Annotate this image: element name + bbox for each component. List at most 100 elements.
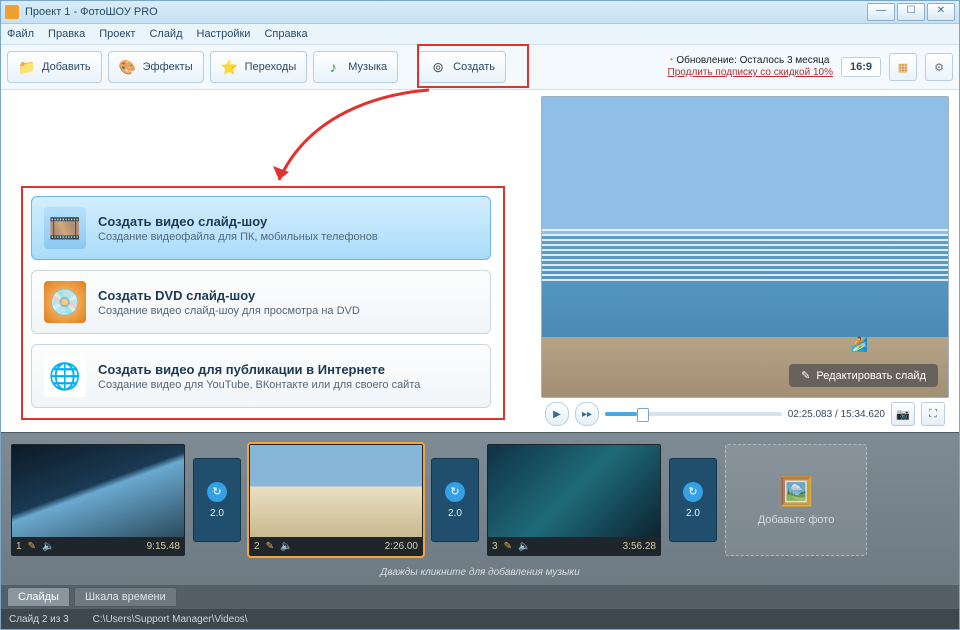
create-button[interactable]: ⊚ Создать	[418, 51, 506, 83]
option-title: Создать видео для публикации в Интернете	[98, 362, 420, 377]
sound-icon[interactable]: 🔈	[42, 541, 54, 552]
add-label: Добавить	[42, 61, 91, 73]
transition-icon: ↻	[207, 482, 227, 502]
image-placeholder-icon: 🖼️	[779, 475, 814, 508]
pencil-icon[interactable]: ✎	[266, 541, 274, 552]
gear-icon: ⚙	[934, 61, 944, 74]
settings-button[interactable]: ⚙	[925, 53, 953, 81]
palette-icon: 🎨	[119, 58, 137, 76]
next-button[interactable]: ▸▸	[575, 402, 599, 426]
menu-edit[interactable]: Правка	[48, 28, 85, 40]
slide-infobar: 2 ✎ 🔈 2:26.00	[250, 537, 422, 555]
transition-icon: ↻	[683, 482, 703, 502]
slide-infobar: 3 ✎ 🔈 3:56.28	[488, 537, 660, 555]
transition-duration: 2.0	[448, 508, 462, 519]
slide-infobar: 1 ✎ 🔈 9:15.48	[12, 537, 184, 555]
pencil-icon[interactable]: ✎	[504, 541, 512, 552]
option-desc: Создание видео слайд-шоу для просмотра н…	[98, 305, 360, 317]
window-title: Проект 1 - ФотоШОУ PRO	[25, 6, 867, 18]
picture-icon: ▦	[898, 61, 908, 74]
music-button[interactable]: ♪ Музыка	[313, 51, 398, 83]
edit-slide-button[interactable]: ✎ Редактировать слайд	[789, 364, 938, 387]
option-dvd-slideshow[interactable]: 💿 Создать DVD слайд-шоу Создание видео с…	[31, 270, 491, 334]
transitions-label: Переходы	[245, 61, 297, 73]
transition-thumb[interactable]: ↻ 2.0	[669, 458, 717, 542]
folder-icon: 📁	[18, 58, 36, 76]
promo-link[interactable]: Продлить подписку со скидкой 10%	[668, 67, 833, 79]
app-window: Проект 1 - ФотоШОУ PRO — ☐ ✕ Файл Правка…	[0, 0, 960, 630]
add-slide-button[interactable]: 🖼️ Добавьте фото	[725, 444, 867, 556]
slide-duration: 9:15.48	[147, 541, 180, 552]
option-desc: Создание видео для YouTube, ВКонтакте ил…	[98, 379, 420, 391]
music-icon: ♪	[324, 58, 342, 76]
star-icon: ⭐	[221, 58, 239, 76]
sound-icon[interactable]: 🔈	[518, 541, 530, 552]
tab-timeline[interactable]: Шкала времени	[74, 587, 177, 607]
menu-settings[interactable]: Настройки	[197, 28, 251, 40]
aspect-ratio-button[interactable]: 16:9	[841, 57, 881, 77]
timeline-tabs: Слайды Шкала времени	[1, 585, 959, 609]
globe-icon: 🌐	[44, 355, 86, 397]
transition-thumb[interactable]: ↻ 2.0	[193, 458, 241, 542]
slide-thumb[interactable]: 2 ✎ 🔈 2:26.00	[249, 444, 423, 556]
slide-thumb[interactable]: 3 ✎ 🔈 3:56.28	[487, 444, 661, 556]
add-slide-label: Добавьте фото	[758, 514, 835, 526]
reel-icon: ⊚	[429, 58, 447, 76]
option-title: Создать видео слайд-шоу	[98, 214, 378, 229]
preview-decor	[542, 229, 948, 283]
create-label: Создать	[453, 61, 495, 73]
status-path: C:\Users\Support Manager\Videos\	[93, 614, 248, 625]
app-icon	[5, 5, 19, 19]
theme-button[interactable]: ▦	[889, 53, 917, 81]
option-title: Создать DVD слайд-шоу	[98, 288, 360, 303]
close-button[interactable]: ✕	[927, 3, 955, 21]
player-controls: ▶ ▸▸ 02:25.083 / 15:34.620 📷 ⛶	[541, 398, 949, 430]
preview-viewport: 🏄 ✎ Редактировать слайд	[541, 96, 949, 398]
seek-bar[interactable]	[605, 412, 782, 416]
main-area: 🎞️ Создать видео слайд-шоу Создание виде…	[1, 90, 959, 432]
slide-duration: 2:26.00	[385, 541, 418, 552]
sound-icon[interactable]: 🔈	[280, 541, 292, 552]
option-web-video[interactable]: 🌐 Создать видео для публикации в Интерне…	[31, 344, 491, 408]
slide-thumb[interactable]: 1 ✎ 🔈 9:15.48	[11, 444, 185, 556]
effects-button[interactable]: 🎨 Эффекты	[108, 51, 204, 83]
menu-help[interactable]: Справка	[264, 28, 307, 40]
statusbar: Слайд 2 из 3 C:\Users\Support Manager\Vi…	[1, 609, 959, 629]
slide-strip: 1 ✎ 🔈 9:15.48 ↻ 2.0 2 ✎ 🔈 2:26.00	[1, 433, 959, 567]
timeline: 1 ✎ 🔈 9:15.48 ↻ 2.0 2 ✎ 🔈 2:26.00	[1, 432, 959, 609]
play-button[interactable]: ▶	[545, 402, 569, 426]
menu-slide[interactable]: Слайд	[149, 28, 182, 40]
thumb-image	[488, 445, 660, 537]
menu-file[interactable]: Файл	[7, 28, 34, 40]
maximize-button[interactable]: ☐	[897, 3, 925, 21]
slide-index: 3	[492, 541, 498, 552]
transition-thumb[interactable]: ↻ 2.0	[431, 458, 479, 542]
slide-index: 1	[16, 541, 22, 552]
fullscreen-button[interactable]: ⛶	[921, 402, 945, 426]
pencil-icon[interactable]: ✎	[28, 541, 36, 552]
time-display: 02:25.083 / 15:34.620	[788, 409, 885, 420]
minimize-button[interactable]: —	[867, 3, 895, 21]
status-position: Слайд 2 из 3	[9, 614, 69, 625]
annotation-arrow	[239, 84, 439, 194]
seek-thumb[interactable]	[637, 408, 649, 422]
music-label: Музыка	[348, 61, 387, 73]
add-button[interactable]: 📁 Добавить	[7, 51, 102, 83]
menu-project[interactable]: Проект	[99, 28, 135, 40]
effects-label: Эффекты	[143, 61, 193, 73]
option-desc: Создание видеофайла для ПК, мобильных те…	[98, 231, 378, 243]
transition-duration: 2.0	[210, 508, 224, 519]
music-track-hint[interactable]: Дважды кликните для добавления музыки	[1, 567, 959, 585]
preview-panel: 🏄 ✎ Редактировать слайд ▶ ▸▸ 02:25.083 /…	[537, 90, 959, 432]
snapshot-button[interactable]: 📷	[891, 402, 915, 426]
transition-duration: 2.0	[686, 508, 700, 519]
create-panel: 🎞️ Создать видео слайд-шоу Создание виде…	[1, 90, 537, 432]
pencil-icon: ✎	[801, 369, 810, 382]
promo-line1: Обновление: Осталось 3 месяца	[676, 55, 829, 66]
transitions-button[interactable]: ⭐ Переходы	[210, 51, 308, 83]
tab-slides[interactable]: Слайды	[7, 587, 70, 607]
slide-duration: 3:56.28	[623, 541, 656, 552]
slide-index: 2	[254, 541, 260, 552]
option-video-slideshow[interactable]: 🎞️ Создать видео слайд-шоу Создание виде…	[31, 196, 491, 260]
export-options: 🎞️ Создать видео слайд-шоу Создание виде…	[31, 196, 491, 408]
